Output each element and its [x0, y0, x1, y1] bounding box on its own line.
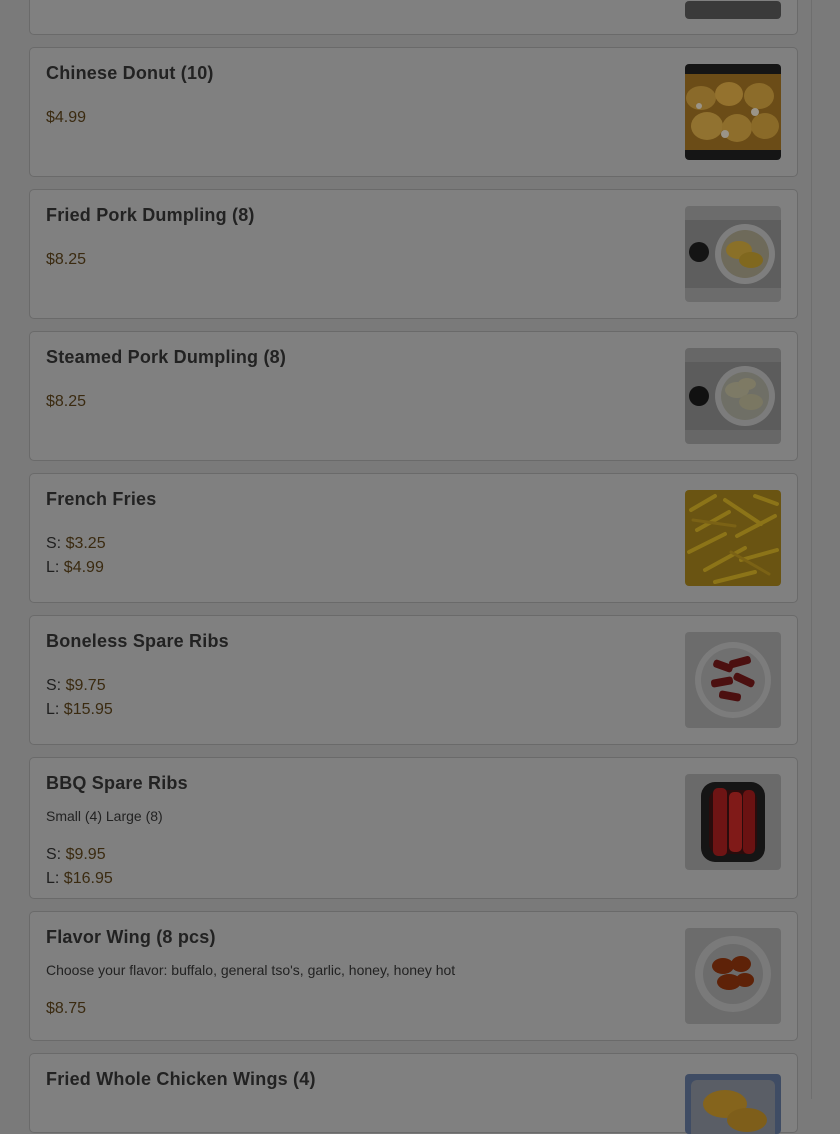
menu-item-card[interactable]: Fried Pork Dumpling (8) $8.25	[29, 189, 798, 319]
menu-item-price: L: $4.99	[46, 559, 104, 577]
price-size-label: S:	[46, 846, 66, 863]
price-size-label: L:	[46, 701, 64, 718]
menu-item-card[interactable]: Boneless Spare Ribs S: $9.75 L: $15.95	[29, 615, 798, 745]
menu-item-list: Chinese Donut (10) $4.99 Fried Pork Dumpli…	[0, 0, 840, 1134]
steamed-dumpling-photo-icon[interactable]	[685, 348, 781, 444]
menu-item-price: L: $16.95	[46, 870, 113, 888]
price-value: $4.99	[63, 559, 104, 576]
menu-item-card[interactable]: BBQ Spare Ribs Small (4) Large (8) S: $9.9…	[29, 757, 798, 899]
scroll-rail	[811, 0, 812, 1099]
price-value: $9.95	[65, 846, 106, 863]
price-value: $3.25	[65, 535, 106, 552]
menu-item-price: $8.25	[46, 251, 86, 269]
menu-item-card[interactable]: Fried Whole Chicken Wings (4)	[29, 1053, 798, 1134]
menu-item-card[interactable]: Chinese Donut (10) $4.99	[29, 47, 798, 177]
fried-dumpling-photo-icon[interactable]	[685, 206, 781, 302]
price-value: $15.95	[63, 701, 113, 718]
menu-item-card[interactable]: French Fries S: $3.25 L: $4.99	[29, 473, 798, 603]
price-size-label: L:	[46, 870, 64, 887]
menu-item-description: Small (4) Large (8)	[46, 808, 163, 824]
bbq-ribs-photo-icon[interactable]	[685, 774, 781, 870]
menu-item-name: French Fries	[46, 489, 157, 509]
menu-item-price: S: $9.75	[46, 677, 106, 695]
french-fries-photo-icon[interactable]	[685, 490, 781, 586]
price-value: $9.75	[65, 677, 106, 694]
price-size-label: S:	[46, 535, 66, 552]
menu-item-name: BBQ Spare Ribs	[46, 773, 188, 793]
price-value: $8.75	[46, 1000, 87, 1017]
menu-item-name: Chinese Donut (10)	[46, 63, 214, 83]
price-value: $8.25	[46, 251, 87, 268]
menu-item-name: Fried Whole Chicken Wings (4)	[46, 1069, 316, 1089]
menu-item-name: Flavor Wing (8 pcs)	[46, 927, 216, 947]
chicken-wings-photo-icon[interactable]	[685, 928, 781, 1024]
menu-item-card[interactable]: Flavor Wing (8 pcs) Choose your flavor: b…	[29, 911, 798, 1041]
price-size-label: S:	[46, 677, 66, 694]
menu-item-price: $4.99	[46, 109, 86, 127]
price-value: $8.25	[46, 393, 87, 410]
menu-item-price: S: $3.25	[46, 535, 106, 553]
price-size-label: L:	[46, 559, 64, 576]
chinese-donut-photo-icon[interactable]	[685, 64, 781, 160]
menu-item-name: Fried Pork Dumpling (8)	[46, 205, 255, 225]
price-value: $4.99	[46, 109, 87, 126]
menu-item-price: S: $9.95	[46, 846, 106, 864]
boneless-ribs-photo-icon[interactable]	[685, 632, 781, 728]
menu-item-name: Steamed Pork Dumpling (8)	[46, 347, 287, 367]
menu-item-price: $8.25	[46, 393, 86, 411]
price-value: $16.95	[63, 870, 113, 887]
menu-item-name: Boneless Spare Ribs	[46, 631, 229, 651]
menu-item-price: $8.75	[46, 1000, 86, 1018]
fried-wings-photo-icon[interactable]	[685, 1074, 781, 1134]
food-photo-icon[interactable]	[685, 1, 781, 19]
menu-item-card[interactable]: Steamed Pork Dumpling (8) $8.25	[29, 331, 798, 461]
menu-item-description: Choose your flavor: buffalo, general tso…	[46, 962, 456, 978]
menu-item-card[interactable]	[29, 0, 798, 35]
menu-item-price: L: $15.95	[46, 701, 113, 719]
